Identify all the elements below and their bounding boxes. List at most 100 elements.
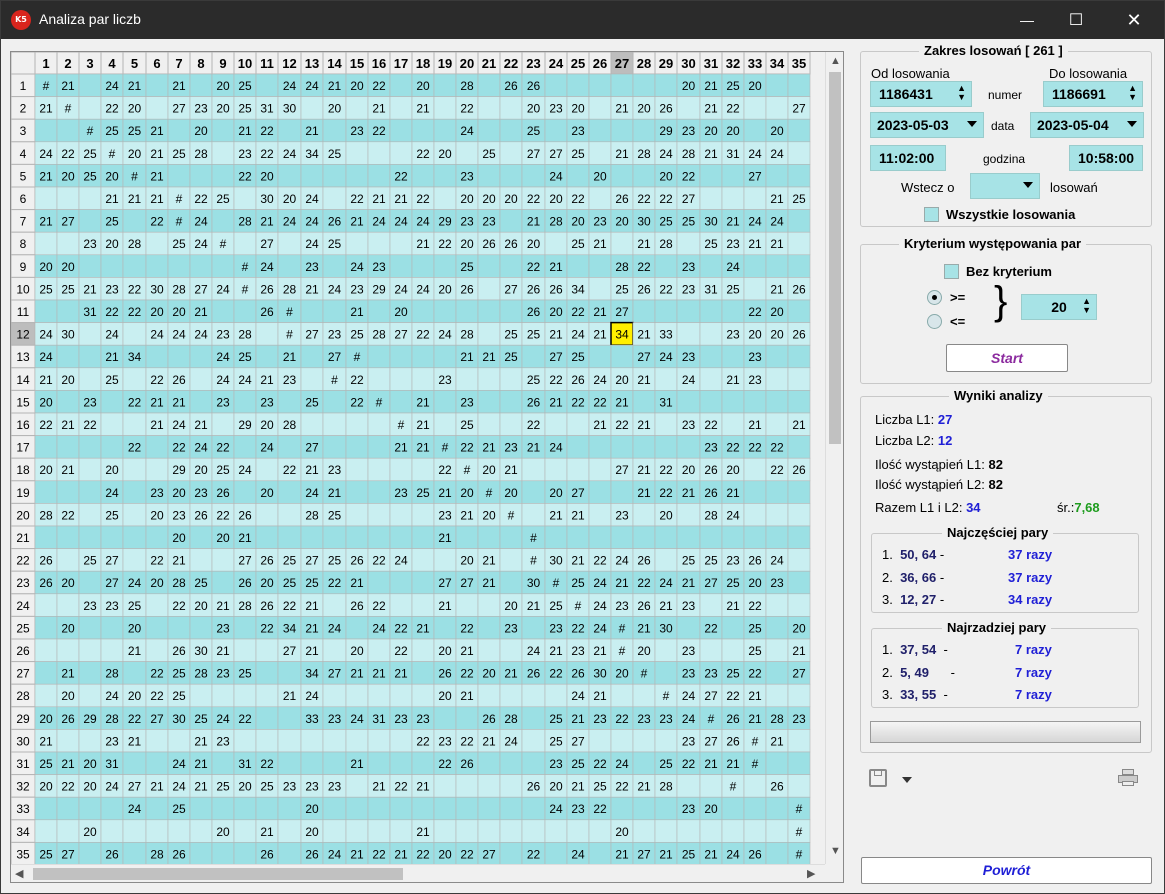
grid-cell[interactable] bbox=[367, 141, 391, 165]
grid-cell[interactable] bbox=[499, 638, 523, 662]
grid-cell[interactable] bbox=[632, 435, 656, 459]
grid-cell[interactable] bbox=[676, 96, 701, 120]
grid-cell[interactable] bbox=[521, 480, 546, 504]
column-header[interactable]: 1 bbox=[42, 56, 49, 71]
grid-cell[interactable] bbox=[78, 503, 102, 527]
grid-cell[interactable] bbox=[765, 796, 789, 821]
grid-cell[interactable] bbox=[676, 435, 701, 459]
grid-cell[interactable] bbox=[211, 254, 235, 278]
grid-cell[interactable] bbox=[189, 344, 213, 369]
grid-cell[interactable] bbox=[588, 729, 612, 753]
column-header[interactable]: 28 bbox=[637, 56, 651, 71]
grid-cell[interactable] bbox=[233, 480, 257, 504]
grid-cell[interactable] bbox=[322, 819, 347, 843]
row-header[interactable]: 6 bbox=[20, 192, 27, 206]
grid-cell[interactable] bbox=[721, 525, 745, 549]
column-header[interactable]: 27 bbox=[615, 56, 629, 71]
grid-cell[interactable] bbox=[743, 774, 767, 798]
ge-label[interactable]: >= bbox=[950, 290, 965, 305]
grid-cell[interactable] bbox=[211, 141, 235, 165]
spinner-arrows-icon[interactable]: ▲ ▼ bbox=[1082, 297, 1091, 315]
grid-cell[interactable] bbox=[743, 118, 767, 143]
grid-cell[interactable] bbox=[765, 593, 789, 617]
grid-cell[interactable] bbox=[743, 254, 767, 278]
grid-cell[interactable] bbox=[411, 344, 435, 369]
grid-cell[interactable] bbox=[787, 367, 811, 391]
column-header[interactable]: 32 bbox=[726, 56, 740, 71]
grid-cell[interactable] bbox=[477, 616, 501, 640]
grid-cell[interactable] bbox=[765, 661, 789, 685]
grid-cell[interactable] bbox=[233, 299, 257, 323]
grid-cell[interactable] bbox=[56, 819, 80, 843]
grid-cell[interactable] bbox=[78, 570, 102, 595]
grid-cell[interactable] bbox=[654, 435, 678, 459]
grid-cell[interactable] bbox=[322, 435, 347, 459]
grid-cell[interactable] bbox=[78, 344, 102, 369]
grid-cell[interactable] bbox=[411, 254, 435, 278]
column-header[interactable]: 14 bbox=[327, 56, 342, 71]
grid-cell[interactable] bbox=[499, 164, 523, 188]
grid-cell[interactable] bbox=[277, 480, 302, 504]
grid-cell[interactable] bbox=[122, 480, 147, 504]
row-header[interactable]: 2 bbox=[20, 102, 27, 116]
grid-cell[interactable] bbox=[300, 751, 324, 775]
grid-cell[interactable] bbox=[122, 367, 147, 391]
grid-cell[interactable] bbox=[566, 525, 590, 549]
grid-cell[interactable] bbox=[367, 570, 391, 595]
grid-cell[interactable] bbox=[433, 96, 457, 120]
grid-cell[interactable] bbox=[145, 73, 169, 97]
grid-cell[interactable] bbox=[521, 819, 546, 843]
grid-cell[interactable] bbox=[78, 842, 102, 864]
grid-cell[interactable] bbox=[322, 638, 347, 662]
chevron-down-icon[interactable] bbox=[902, 777, 912, 783]
grid-cell[interactable] bbox=[389, 344, 413, 369]
grid-cell[interactable] bbox=[411, 638, 435, 662]
grid-cell[interactable] bbox=[367, 412, 391, 436]
grid-cell[interactable] bbox=[411, 593, 435, 617]
grid-cell[interactable] bbox=[211, 299, 235, 323]
grid-cell[interactable] bbox=[277, 661, 302, 685]
grid-cell[interactable] bbox=[610, 164, 634, 188]
grid-cell[interactable] bbox=[787, 525, 811, 549]
grid-cell[interactable] bbox=[632, 819, 656, 843]
grid-cell[interactable] bbox=[455, 774, 479, 798]
grid-cell[interactable] bbox=[699, 322, 723, 346]
grid-cell[interactable] bbox=[499, 796, 523, 821]
grid-cell[interactable] bbox=[699, 344, 723, 369]
grid-cell[interactable] bbox=[233, 616, 257, 640]
grid-cell[interactable] bbox=[34, 435, 58, 459]
row-header[interactable]: 8 bbox=[20, 237, 27, 251]
grid-cell[interactable] bbox=[566, 435, 590, 459]
scroll-down-icon[interactable]: ▼ bbox=[830, 845, 841, 857]
grid-cell[interactable] bbox=[78, 729, 102, 753]
column-header[interactable]: 7 bbox=[175, 56, 182, 71]
grid-cell[interactable] bbox=[411, 299, 435, 323]
grid-cell[interactable] bbox=[433, 73, 457, 97]
row-header[interactable]: 24 bbox=[16, 599, 30, 613]
grid-cell[interactable] bbox=[78, 322, 102, 346]
grid-cell[interactable] bbox=[345, 819, 369, 843]
grid-cell[interactable] bbox=[765, 638, 789, 662]
grid-cell[interactable] bbox=[277, 118, 302, 143]
grid-cell[interactable] bbox=[477, 73, 501, 97]
grid-cell[interactable] bbox=[122, 661, 147, 685]
grid-cell[interactable] bbox=[765, 390, 789, 414]
grid-cell[interactable] bbox=[787, 254, 811, 278]
grid-cell[interactable] bbox=[544, 842, 568, 864]
grid-cell[interactable] bbox=[345, 412, 369, 436]
row-header[interactable]: 12 bbox=[16, 328, 30, 342]
row-header[interactable]: 28 bbox=[16, 689, 30, 703]
grid-cell[interactable] bbox=[233, 435, 257, 459]
grid-cell[interactable] bbox=[300, 299, 324, 323]
grid-cell[interactable] bbox=[787, 73, 811, 97]
column-header[interactable]: 33 bbox=[748, 56, 762, 71]
grid-cell[interactable] bbox=[588, 186, 612, 210]
grid-cell[interactable] bbox=[654, 254, 678, 278]
grid-cell[interactable] bbox=[499, 842, 523, 864]
grid-cell[interactable] bbox=[300, 96, 324, 120]
grid-cell[interactable] bbox=[167, 254, 191, 278]
grid-cell[interactable] bbox=[100, 390, 124, 414]
grid-cell[interactable] bbox=[765, 683, 789, 708]
grid-cell[interactable] bbox=[56, 344, 80, 369]
grid-cell[interactable] bbox=[499, 570, 523, 595]
